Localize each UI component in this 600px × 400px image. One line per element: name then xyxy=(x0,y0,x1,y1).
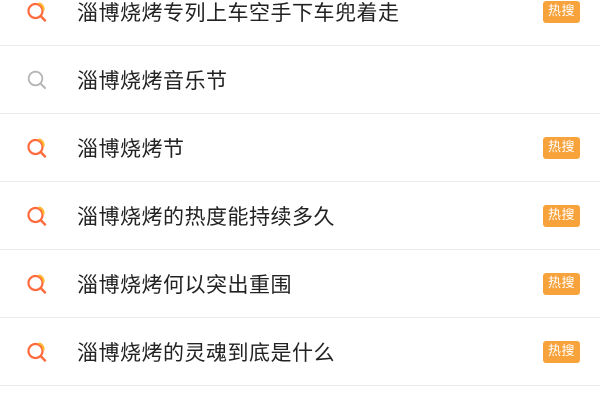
hot-badge: 热搜 xyxy=(542,0,580,23)
suggestion-item[interactable]: 淄博烧烤何以突出重围 热搜 xyxy=(0,250,600,318)
hot-search-icon xyxy=(25,272,49,296)
hot-badge: 热搜 xyxy=(542,272,580,295)
hot-search-icon xyxy=(25,204,49,228)
suggestion-item[interactable]: 淄博烧烤音乐节 xyxy=(0,46,600,114)
hot-badge: 热搜 xyxy=(542,136,580,159)
hot-badge: 热搜 xyxy=(542,340,580,363)
suggestion-text: 淄博烧烤何以突出重围 xyxy=(77,272,292,297)
search-icon xyxy=(25,68,49,92)
suggestion-item[interactable]: 淄博烧烤的热度能持续多久 热搜 xyxy=(0,182,600,250)
suggestion-rows: 淄博烧烤专列上车空手下车兜着走 热搜 淄博烧烤音乐节 淄博烧烤节 热搜 淄博烧烤… xyxy=(0,0,600,386)
search-suggestion-list: 淄博烧烤专列上车空手下车兜着走 热搜 淄博烧烤音乐节 淄博烧烤节 热搜 淄博烧烤… xyxy=(0,0,600,400)
suggestion-text: 淄博烧烤专列上车空手下车兜着走 xyxy=(77,0,400,25)
hot-search-icon xyxy=(25,0,49,24)
suggestion-text: 淄博烧烤音乐节 xyxy=(77,68,228,93)
hot-badge: 热搜 xyxy=(542,204,580,227)
suggestion-text: 淄博烧烤的灵魂到底是什么 xyxy=(77,340,335,365)
suggestion-text: 淄博烧烤节 xyxy=(77,136,185,161)
suggestion-item[interactable]: 淄博烧烤的灵魂到底是什么 热搜 xyxy=(0,318,600,386)
hot-search-icon xyxy=(25,136,49,160)
hot-search-icon xyxy=(25,340,49,364)
suggestion-item[interactable]: 淄博烧烤专列上车空手下车兜着走 热搜 xyxy=(0,0,600,46)
suggestion-text: 淄博烧烤的热度能持续多久 xyxy=(77,204,335,229)
suggestion-item[interactable]: 淄博烧烤节 热搜 xyxy=(0,114,600,182)
